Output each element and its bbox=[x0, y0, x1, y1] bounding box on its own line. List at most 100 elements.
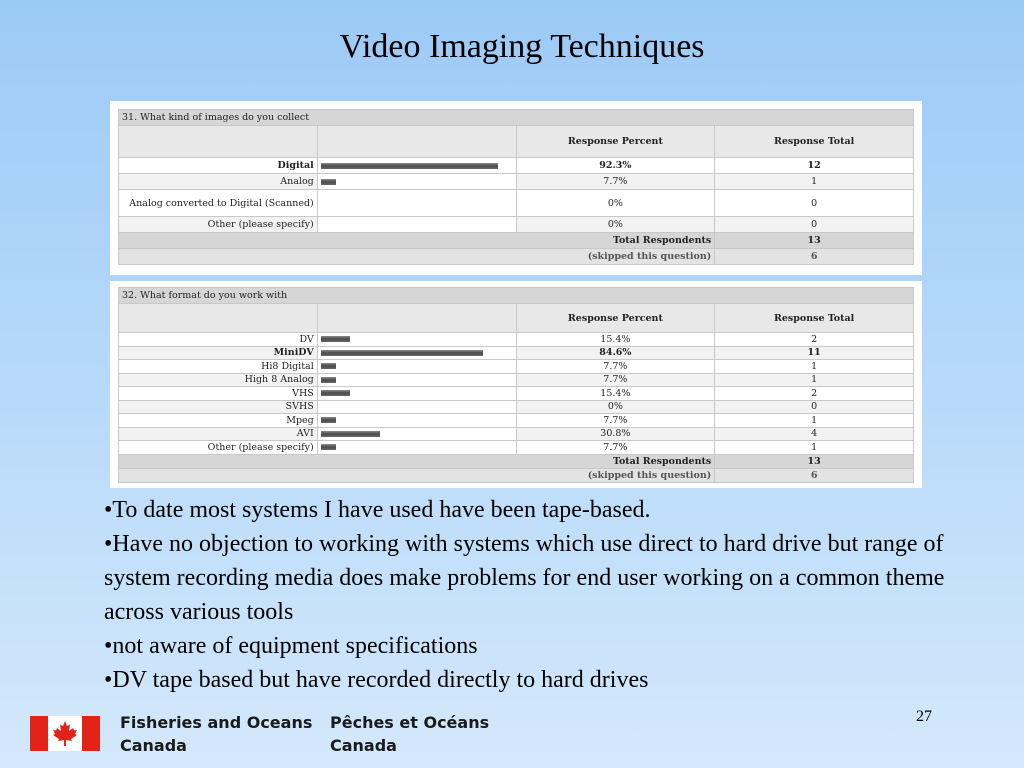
response-total: 11 bbox=[714, 345, 914, 360]
response-total: 1 bbox=[714, 372, 914, 387]
response-percent: 7.7% bbox=[515, 372, 716, 387]
response-percent: 92.3% bbox=[515, 157, 716, 174]
bar-cell bbox=[316, 359, 517, 374]
row-label: SVHS bbox=[118, 399, 318, 414]
survey-panel-images: 31. What kind of images do you collect R… bbox=[110, 101, 922, 275]
org-name-english: Fisheries and Oceans Canada bbox=[120, 711, 312, 757]
col-header-total: Response Total bbox=[714, 303, 914, 333]
response-total: 1 bbox=[714, 413, 914, 428]
bar-cell bbox=[316, 426, 517, 441]
table-row: Mpeg 7.7% 1 bbox=[118, 413, 914, 428]
response-bar bbox=[320, 349, 483, 356]
bar-cell bbox=[316, 345, 517, 360]
bullet-item: •To date most systems I have used have b… bbox=[104, 497, 651, 523]
response-total: 2 bbox=[714, 386, 914, 401]
table-row: AVI 30.8% 4 bbox=[118, 426, 914, 441]
row-label: Other (please specify) bbox=[118, 216, 318, 233]
response-percent: 7.7% bbox=[515, 173, 716, 190]
row-label: Analog converted to Digital (Scanned) bbox=[118, 189, 318, 217]
table-row: Other (please specify) 7.7% 1 bbox=[118, 440, 914, 455]
table-row: Digital 92.3% 12 bbox=[118, 157, 914, 174]
table-row: DV 15.4% 2 bbox=[118, 332, 914, 347]
slide-title: Video Imaging Techniques bbox=[339, 28, 705, 65]
response-bar bbox=[320, 417, 336, 424]
bar-cell bbox=[316, 216, 517, 233]
table-row: Hi8 Digital 7.7% 1 bbox=[118, 359, 914, 374]
org-en-line2: Canada bbox=[120, 736, 187, 755]
response-bar bbox=[320, 363, 336, 370]
total-respondents-label: Total Respondents bbox=[117, 453, 716, 469]
bar-cell bbox=[316, 413, 517, 428]
org-en-line1: Fisheries and Oceans bbox=[120, 713, 313, 732]
bar-cell bbox=[316, 332, 517, 347]
skipped-label: (skipped this question) bbox=[117, 248, 716, 265]
table-row: VHS 15.4% 2 bbox=[118, 386, 914, 401]
survey-panel-formats: 32. What format do you work with Respons… bbox=[110, 281, 922, 488]
bar-cell bbox=[316, 157, 517, 174]
row-label: High 8 Analog bbox=[118, 372, 318, 387]
maple-leaf-icon bbox=[53, 721, 77, 746]
survey-rows: Digital 92.3% 12 Analog 7.7% 1 Analog converte… bbox=[118, 157, 914, 233]
response-total: 1 bbox=[714, 173, 914, 190]
response-total: 0 bbox=[714, 216, 914, 233]
table-row: Analog converted to Digital (Scanned) 0% 0 bbox=[118, 189, 914, 217]
skipped-value: 6 bbox=[714, 467, 914, 483]
bar-cell bbox=[316, 173, 517, 190]
row-label: AVI bbox=[118, 426, 318, 441]
response-percent: 0% bbox=[515, 399, 716, 414]
table-row: MiniDV 84.6% 11 bbox=[118, 345, 914, 360]
response-total: 1 bbox=[714, 359, 914, 374]
row-label: Mpeg bbox=[118, 413, 318, 428]
response-bar bbox=[320, 376, 336, 383]
row-label: Hi8 Digital bbox=[118, 359, 318, 374]
row-label: Digital bbox=[118, 157, 318, 174]
table-row: SVHS 0% 0 bbox=[118, 399, 914, 414]
response-total: 1 bbox=[714, 440, 914, 455]
total-respondents-value: 13 bbox=[714, 232, 914, 249]
skipped-value: 6 bbox=[714, 248, 914, 265]
row-label: DV bbox=[118, 332, 318, 347]
bar-cell bbox=[316, 372, 517, 387]
response-total: 12 bbox=[714, 157, 914, 174]
bar-cell bbox=[316, 399, 517, 414]
response-total: 0 bbox=[714, 399, 914, 414]
table-row: High 8 Analog 7.7% 1 bbox=[118, 372, 914, 387]
response-bar bbox=[320, 444, 336, 451]
response-percent: 0% bbox=[515, 189, 716, 217]
col-header-percent: Response Percent bbox=[515, 125, 716, 158]
total-respondents-value: 13 bbox=[714, 453, 914, 469]
survey-table-images: 31. What kind of images do you collect R… bbox=[117, 109, 914, 265]
survey-table-formats: 32. What format do you work with Respons… bbox=[117, 287, 914, 483]
response-percent: 15.4% bbox=[515, 386, 716, 401]
bar-cell bbox=[316, 189, 517, 217]
question-text: 32. What format do you work with bbox=[118, 287, 914, 304]
row-label: Other (please specify) bbox=[118, 440, 318, 455]
bullet-item: •DV tape based but have recorded directl… bbox=[104, 667, 649, 693]
col-header-total: Response Total bbox=[714, 125, 914, 158]
question-text: 31. What kind of images do you collect bbox=[118, 109, 914, 126]
org-fr-line1: Pêches et Océans bbox=[330, 713, 490, 732]
row-label: VHS bbox=[118, 386, 318, 401]
response-bar bbox=[320, 336, 351, 343]
survey-rows: DV 15.4% 2 MiniDV 84.6% 11 Hi8 Digital 7.7% 1 Hig… bbox=[118, 332, 914, 455]
canada-flag-icon bbox=[30, 716, 100, 751]
row-label: Analog bbox=[118, 173, 318, 190]
response-percent: 7.7% bbox=[515, 440, 716, 455]
response-percent: 15.4% bbox=[515, 332, 716, 347]
table-row: Analog 7.7% 1 bbox=[118, 173, 914, 190]
org-fr-line2: Canada bbox=[330, 736, 397, 755]
response-bar bbox=[320, 162, 498, 169]
response-percent: 84.6% bbox=[515, 345, 716, 360]
row-label: MiniDV bbox=[118, 345, 318, 360]
page-number: 27 bbox=[916, 708, 932, 725]
col-header-percent: Response Percent bbox=[515, 303, 716, 333]
response-percent: 7.7% bbox=[515, 359, 716, 374]
response-bar bbox=[320, 178, 336, 185]
bullet-list: •To date most systems I have used have b… bbox=[104, 493, 984, 697]
skipped-label: (skipped this question) bbox=[117, 467, 716, 483]
total-respondents-label: Total Respondents bbox=[117, 232, 716, 249]
table-row: Other (please specify) 0% 0 bbox=[118, 216, 914, 233]
bar-cell bbox=[316, 386, 517, 401]
bullet-item: •Have no objection to working with syste… bbox=[104, 531, 945, 625]
org-name-french: Pêches et Océans Canada bbox=[330, 711, 489, 757]
